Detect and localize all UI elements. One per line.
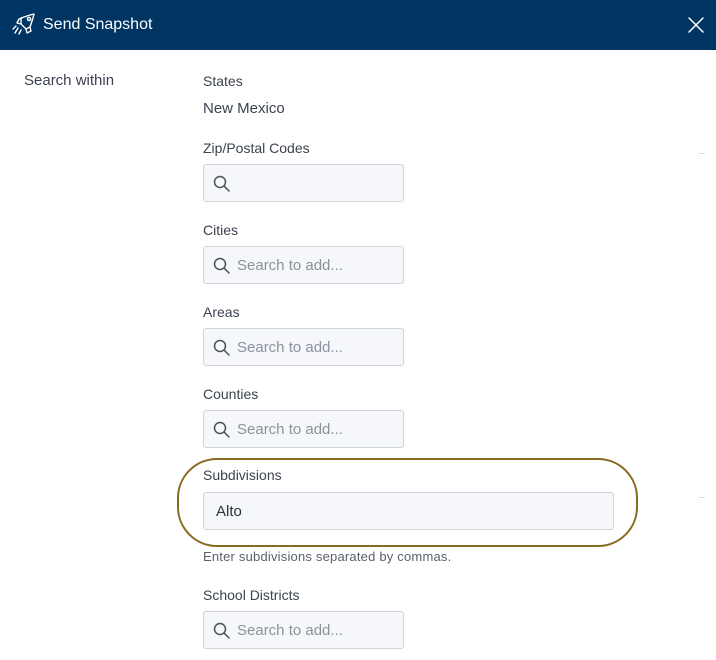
dialog-header: Send Snapshot [0, 0, 716, 50]
search-icon [213, 421, 230, 438]
edge-divider [699, 497, 705, 498]
counties-label: Counties [203, 386, 259, 402]
school-districts-input[interactable] [237, 612, 401, 648]
search-icon [213, 622, 230, 639]
counties-search-field[interactable] [203, 410, 404, 448]
states-value: New Mexico [203, 100, 285, 117]
subdivisions-input[interactable] [203, 492, 614, 530]
zip-input[interactable] [237, 165, 401, 201]
search-icon [213, 339, 230, 356]
subdivisions-label: Subdivisions [203, 467, 282, 483]
dialog-title: Send Snapshot [43, 16, 153, 33]
subdivisions-help-text: Enter subdivisions separated by commas. [203, 549, 452, 564]
counties-input[interactable] [237, 411, 401, 447]
school-districts-label: School Districts [203, 587, 300, 603]
search-icon [213, 257, 230, 274]
edge-divider [699, 153, 705, 154]
rocket-icon [12, 13, 35, 35]
school-districts-search-field[interactable] [203, 611, 404, 649]
states-label: States [203, 73, 243, 89]
areas-label: Areas [203, 304, 240, 320]
cities-label: Cities [203, 222, 239, 238]
search-icon [213, 175, 230, 192]
close-icon[interactable] [684, 13, 708, 37]
zip-label: Zip/Postal Codes [203, 140, 310, 156]
cities-search-field[interactable] [203, 246, 404, 284]
areas-search-field[interactable] [203, 328, 404, 366]
zip-search-field[interactable] [203, 164, 404, 202]
areas-input[interactable] [237, 329, 401, 365]
cities-input[interactable] [237, 247, 401, 283]
section-label: Search within [24, 72, 115, 89]
